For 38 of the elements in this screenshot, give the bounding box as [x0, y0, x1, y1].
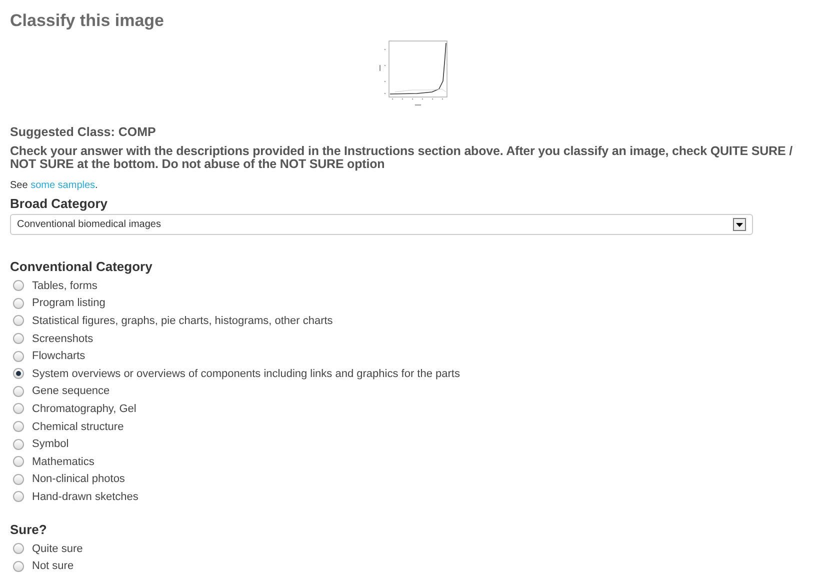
radio-button[interactable]: [13, 403, 24, 414]
samples-sentence: See some samples.: [10, 180, 99, 191]
radio-button[interactable]: [13, 456, 24, 468]
option-label: Flowcharts: [32, 350, 86, 362]
option-label: Symbol: [32, 438, 69, 450]
option-label: Tables, forms: [32, 280, 98, 292]
radio-button[interactable]: [13, 474, 24, 485]
radio-button[interactable]: [13, 333, 24, 344]
option-label: Not sure: [32, 560, 74, 572]
radio-button[interactable]: [13, 491, 24, 502]
option-label: Statistical figures, graphs, pie charts, histograms, other charts: [32, 314, 333, 327]
option-label: Program listing: [32, 297, 106, 310]
radio-button[interactable]: [13, 298, 24, 309]
radio-button[interactable]: [13, 421, 24, 432]
section-label: Conventional Category: [10, 259, 154, 274]
radio-button[interactable]: [13, 543, 24, 554]
instructions-text: Check your answer with the descriptions provided in the Instructions section above. After you classify an image, check QUITE SURE / NOT SURE at the bottom. Do not abuse of the NOT SURE option: [10, 145, 794, 171]
section-label: Broad Category: [10, 196, 109, 211]
option-label: Non-clinical photos: [32, 473, 125, 486]
option-label: Chromatography, Gel: [32, 402, 136, 415]
radio-button[interactable]: [13, 438, 24, 450]
radio-button[interactable]: [13, 560, 24, 572]
radio-button[interactable]: [13, 315, 24, 326]
suggested-class-text: Suggested Class: COMP: [10, 125, 157, 139]
page-title: Classify this image: [10, 10, 166, 32]
option-label: Gene sequence: [32, 385, 110, 398]
option-label: Screenshots: [32, 332, 94, 345]
option-label: Hand-drawn sketches: [32, 490, 138, 503]
option-label: Chemical structure: [32, 420, 124, 433]
radio-button[interactable]: [13, 368, 24, 380]
radio-button[interactable]: [13, 386, 24, 397]
option-label: System overviews or overviews of components including links and graphics for the parts: [32, 368, 460, 380]
option-label: Mathematics: [32, 456, 94, 468]
radio-button[interactable]: [13, 350, 24, 362]
section-label: Sure?: [10, 522, 48, 537]
option-label: Quite sure: [32, 542, 83, 555]
radio-button[interactable]: [13, 280, 24, 292]
category-dropdown[interactable]: Conventional biomedical images: [10, 214, 753, 235]
